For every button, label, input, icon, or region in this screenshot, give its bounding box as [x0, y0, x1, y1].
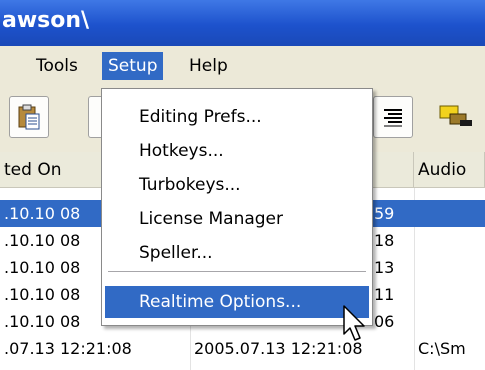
tool-button[interactable] [426, 96, 485, 138]
mouse-pointer-icon [343, 305, 365, 341]
window-title: awson\ [2, 8, 90, 33]
menu-item-editing-prefs[interactable]: Editing Prefs... [105, 101, 369, 133]
toolbar-button-partial[interactable] [88, 96, 102, 138]
cell-audio [414, 308, 485, 335]
cell-modified: 18 [374, 231, 395, 250]
align-button[interactable] [373, 96, 413, 138]
menu-bar: Tools Setup Help [0, 46, 485, 87]
cell-audio: C:\Sm [418, 339, 466, 358]
cell-audio [414, 200, 485, 227]
align-lines-icon [384, 109, 402, 127]
menu-tools[interactable]: Tools [30, 52, 84, 80]
menu-setup[interactable]: Setup [102, 52, 164, 80]
menu-separator [108, 271, 366, 273]
title-bar: awson\ [0, 0, 485, 46]
menu-item-speller[interactable]: Speller... [105, 237, 369, 269]
cell-modified: 2005.07.13 12:21:08 [194, 339, 363, 358]
cell-modified: 06 [374, 312, 395, 331]
menu-item-turbokeys[interactable]: Turbokeys... [105, 169, 369, 201]
column-header-audio[interactable]: Audio [414, 152, 485, 188]
menu-item-hotkeys[interactable]: Hotkeys... [105, 135, 369, 167]
menu-item-realtime-options[interactable]: Realtime Options... [105, 286, 369, 318]
paste-button[interactable] [9, 96, 49, 138]
cell-modified: 13 [374, 258, 395, 277]
tool-icon [439, 105, 472, 126]
setup-menu-dropdown: Editing Prefs... Hotkeys... Turbokeys...… [101, 88, 373, 326]
clipboard-icon [18, 104, 40, 130]
cell-modified: 59 [374, 204, 395, 223]
cell-audio [414, 254, 485, 281]
menu-help[interactable]: Help [183, 52, 234, 80]
cell-audio [414, 281, 485, 308]
cell-audio [414, 227, 485, 254]
cell-created: .07.13 12:21:08 [4, 339, 132, 358]
cell-modified: 11 [374, 285, 395, 304]
menu-item-license-manager[interactable]: License Manager [105, 203, 369, 235]
table-row[interactable]: .07.13 12:21:08 2005.07.13 12:21:08 C:\S… [0, 335, 485, 362]
